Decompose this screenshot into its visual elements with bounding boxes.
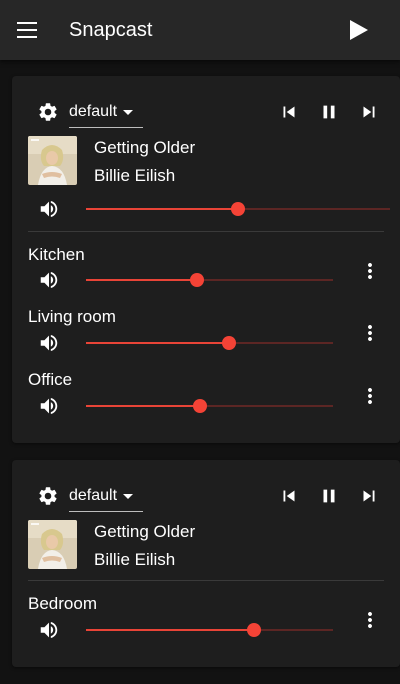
track-title: Getting Older [94, 522, 196, 541]
divider [28, 580, 384, 581]
client-volume-slider-kitchen[interactable] [86, 270, 333, 290]
client-volume-slider-office[interactable] [86, 396, 333, 416]
album-cover [28, 520, 77, 569]
track-title: Getting Older [94, 138, 196, 157]
volume-icon[interactable] [38, 619, 60, 641]
more-options-icon[interactable] [358, 608, 382, 632]
app-title: Snapcast [69, 19, 153, 41]
client-volume-slider-living-room[interactable] [86, 333, 333, 353]
chevron-down-icon [123, 110, 133, 115]
divider [28, 231, 384, 232]
client-volume-slider-bedroom[interactable] [86, 620, 333, 640]
previous-track-button[interactable] [278, 485, 300, 507]
more-options-icon[interactable] [358, 321, 382, 345]
more-options-icon[interactable] [358, 384, 382, 408]
chevron-down-icon [123, 494, 133, 499]
track-artist: Billie Eilish [94, 550, 176, 569]
group-volume-slider[interactable] [86, 199, 390, 219]
client-name-office: Office [28, 370, 73, 389]
next-track-button[interactable] [358, 485, 380, 507]
volume-icon[interactable] [38, 198, 60, 220]
stream-select[interactable]: default [69, 101, 143, 128]
previous-track-button[interactable] [278, 101, 300, 123]
menu-icon[interactable] [17, 21, 39, 39]
volume-icon[interactable] [38, 395, 60, 417]
client-name-living-room: Living room [28, 307, 116, 326]
client-name-bedroom: Bedroom [28, 594, 97, 613]
album-cover [28, 136, 77, 185]
gear-icon[interactable] [37, 101, 59, 123]
volume-icon[interactable] [38, 269, 60, 291]
pause-button[interactable] [318, 485, 340, 507]
track-artist: Billie Eilish [94, 166, 176, 185]
app-bar: Snapcast [0, 0, 400, 60]
more-options-icon[interactable] [358, 259, 382, 283]
next-track-button[interactable] [358, 101, 380, 123]
volume-icon[interactable] [38, 332, 60, 354]
group-card: default Getting Older Billie Eilish Kitc… [12, 76, 400, 443]
client-name-kitchen: Kitchen [28, 245, 85, 264]
gear-icon[interactable] [37, 485, 59, 507]
stream-select[interactable]: default [69, 485, 143, 512]
group-card: default Getting Older Billie Eilish Bedr… [12, 460, 400, 667]
stream-select-value: default [69, 103, 118, 120]
play-icon[interactable] [346, 18, 370, 42]
stream-select-value: default [69, 487, 118, 504]
pause-button[interactable] [318, 101, 340, 123]
